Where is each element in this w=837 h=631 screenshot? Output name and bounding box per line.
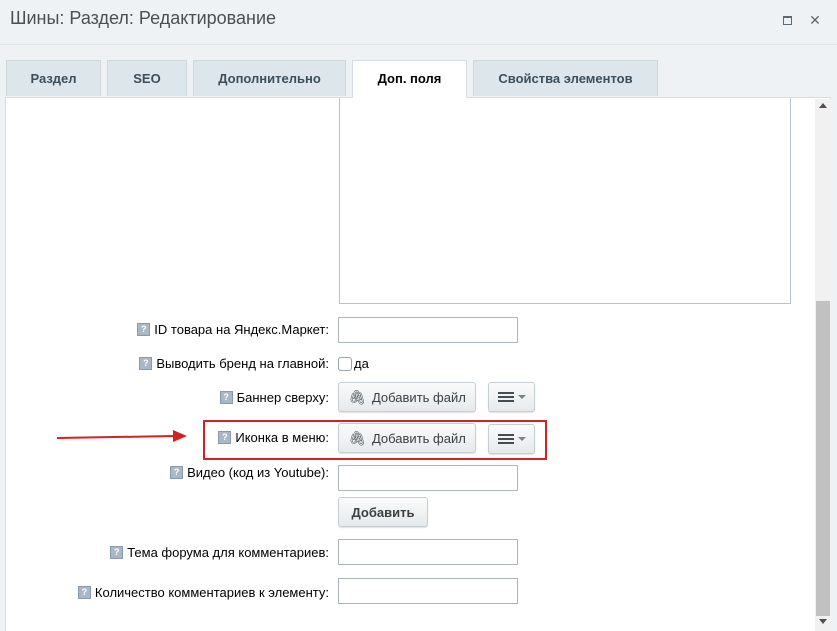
forum-topic-label-text: Тема форума для комментариев: [127, 545, 329, 560]
tab-element-properties[interactable]: Свойства элементов [473, 60, 658, 96]
yandex-id-input[interactable] [338, 317, 518, 343]
banner-top-label-text: Баннер сверху: [236, 390, 329, 405]
show-brand-checkbox[interactable] [338, 357, 352, 371]
hamburger-icon [497, 391, 514, 403]
tab-bar: Раздел SEO Дополнительно Доп. поля Свойс… [0, 60, 837, 98]
yandex-id-label-text: ID товара на Яндекс.Маркет: [154, 322, 329, 337]
help-icon[interactable]: ? [170, 466, 184, 479]
help-icon[interactable]: ? [110, 546, 124, 559]
help-icon[interactable]: ? [77, 586, 91, 599]
tab-section[interactable]: Раздел [6, 60, 101, 96]
show-brand-checkbox-label[interactable]: да [354, 356, 369, 371]
comment-count-label: ? Количество комментариев к элементу: [77, 585, 329, 600]
scroll-thumb[interactable] [816, 301, 830, 616]
forum-topic-label: ? Тема форума для комментариев: [110, 545, 329, 560]
show-brand-label-text: Выводить бренд на главной: [156, 356, 329, 371]
paperclip-icon: 🖇 [348, 388, 366, 405]
scroll-down-icon[interactable] [819, 619, 827, 624]
comment-count-label-text: Количество комментариев к элементу: [94, 585, 329, 600]
help-icon[interactable]: ? [219, 391, 233, 404]
banner-add-file-label: Добавить файл [371, 389, 466, 405]
comment-count-input[interactable] [338, 578, 518, 604]
forum-topic-input[interactable] [338, 539, 518, 565]
help-icon[interactable]: ? [139, 357, 153, 370]
video-input[interactable] [338, 465, 518, 491]
highlight-box [203, 420, 547, 460]
banner-top-label: ? Баннер сверху: [219, 390, 329, 405]
show-brand-label: ? Выводить бренд на главной: [139, 356, 329, 371]
video-label: ? Видео (код из Youtube): [170, 465, 329, 480]
banner-add-file-button[interactable]: 🖇 Добавить файл [338, 382, 476, 412]
banner-menu-button[interactable] [488, 382, 535, 412]
window-title: Шины: Раздел: Редактирование [10, 8, 277, 28]
video-label-text: Видео (код из Youtube): [187, 465, 329, 480]
chevron-down-icon [517, 395, 526, 399]
video-add-button[interactable]: Добавить [338, 497, 428, 527]
help-icon[interactable]: ? [137, 323, 151, 336]
close-icon[interactable]: ✕ [808, 13, 822, 27]
scroll-up-icon[interactable] [819, 103, 827, 108]
tab-custom-fields[interactable]: Доп. поля [352, 60, 467, 98]
maximize-icon[interactable] [780, 13, 794, 27]
window-titlebar: Шины: Раздел: Редактирование ✕ [0, 0, 837, 45]
yandex-id-label: ? ID товара на Яндекс.Маркет: [137, 322, 329, 337]
tab-additional[interactable]: Дополнительно [193, 60, 346, 96]
tab-seo[interactable]: SEO [107, 60, 187, 96]
vertical-scrollbar[interactable] [815, 99, 831, 631]
description-textarea[interactable] [339, 98, 791, 304]
arrow-icon [57, 430, 187, 442]
